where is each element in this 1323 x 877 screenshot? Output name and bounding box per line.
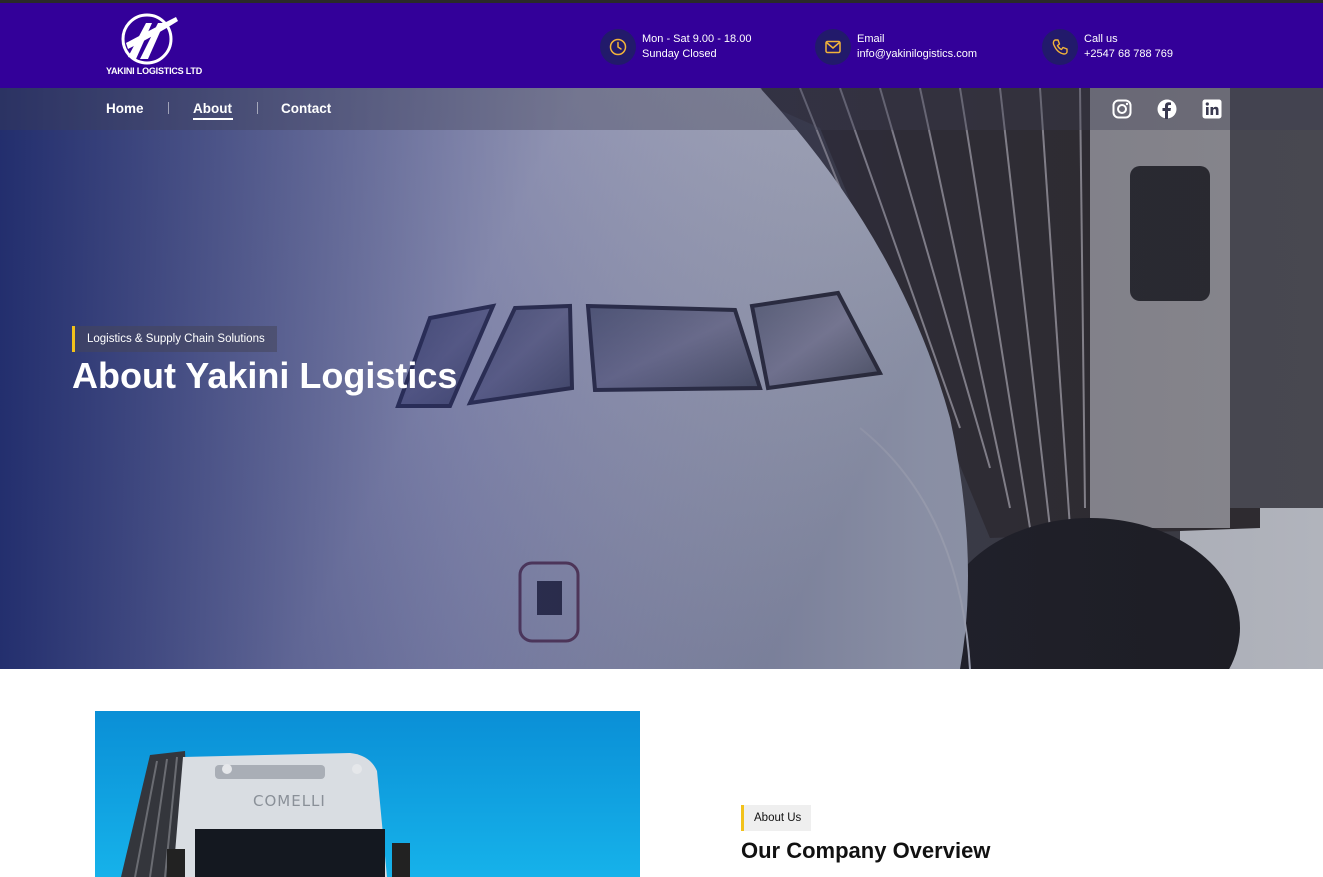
header-bar: YAKINI LOGISTICS LTD Mon - Sat 9.00 - 18…: [0, 3, 1323, 88]
hours-line1: Mon - Sat 9.00 - 18.00: [642, 33, 752, 45]
email-info: Email info@yakinilogistics.com: [815, 27, 977, 67]
hero-tagline: Logistics & Supply Chain Solutions: [72, 326, 277, 352]
logo-mark-icon: [121, 13, 178, 65]
nav-contact[interactable]: Contact: [281, 101, 331, 116]
about-badge: About Us: [741, 805, 812, 831]
mail-icon: [815, 29, 851, 65]
nav-divider: [257, 102, 258, 114]
phone-label: Call us: [1084, 33, 1118, 45]
brand-logo[interactable]: YAKINI LOGISTICS LTD: [106, 13, 203, 83]
instagram-icon[interactable]: [1111, 98, 1133, 120]
nav-about[interactable]: About: [193, 101, 232, 116]
truck-image: COMELLI: [95, 711, 640, 877]
clock-icon: [600, 29, 636, 65]
hours-info: Mon - Sat 9.00 - 18.00 Sunday Closed: [600, 27, 751, 67]
email-label: Email: [857, 33, 885, 45]
phone-link[interactable]: +2547 68 788 769: [1084, 47, 1173, 62]
brand-name: YAKINI LOGISTICS LTD: [106, 66, 203, 76]
nav-home[interactable]: Home: [106, 101, 144, 116]
nav-divider: [168, 102, 169, 114]
hours-line2: Sunday Closed: [642, 48, 717, 60]
section-title: Our Company Overview: [741, 838, 991, 863]
svg-text:COMELLI: COMELLI: [253, 792, 326, 810]
email-link[interactable]: info@yakinilogistics.com: [857, 47, 977, 62]
phone-icon: [1042, 29, 1078, 65]
nav-active-underline: [193, 118, 233, 120]
linkedin-icon[interactable]: [1201, 98, 1223, 120]
facebook-icon[interactable]: [1156, 98, 1178, 120]
phone-info: Call us +2547 68 788 769: [1042, 27, 1173, 67]
page-title: About Yakini Logistics: [72, 355, 458, 396]
